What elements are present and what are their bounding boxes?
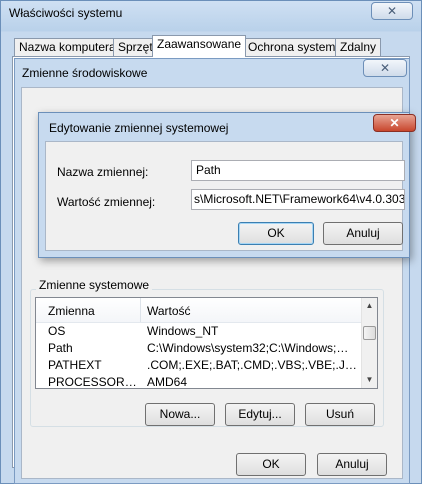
table-row[interactable]: PATHEXT .COM;.EXE;.BAT;.CMD;.VBS;.VBE;.J…	[36, 357, 361, 374]
system-variables-group-label: Zmienne systemowe	[36, 278, 153, 292]
scroll-down-arrow-icon[interactable]: ▼	[362, 372, 377, 388]
system-properties-close-button[interactable]: ✕	[371, 2, 413, 20]
system-variables-list[interactable]: Zmienna Wartość OS Windows_NT Path C:\Wi…	[35, 297, 378, 389]
edit-dialog-ok-button[interactable]: OK	[238, 222, 314, 245]
system-properties-title: Właściwości systemu	[9, 6, 123, 20]
list-header: Zmienna Wartość	[36, 298, 361, 323]
table-row[interactable]: OS Windows_NT	[36, 323, 361, 340]
delete-variable-button[interactable]: Usuń	[305, 403, 375, 426]
row-variable-name: PROCESSOR_A...	[48, 375, 138, 389]
row-variable-name: Path	[48, 341, 73, 355]
tab-system-protection[interactable]: Ochrona systemu	[243, 38, 348, 56]
column-separator[interactable]	[140, 298, 141, 322]
scrollbar-thumb[interactable]	[363, 326, 376, 340]
list-vertical-scrollbar[interactable]: ▲ ▼	[361, 298, 377, 388]
tab-advanced[interactable]: Zaawansowane	[152, 35, 247, 57]
row-variable-value: AMD64	[147, 375, 188, 389]
tab-remote[interactable]: Zdalny	[335, 38, 382, 56]
column-header-variable[interactable]: Zmienna	[48, 304, 95, 318]
environment-variables-close-button[interactable]: ✕	[363, 59, 407, 77]
row-variable-name: PATHEXT	[48, 358, 102, 372]
variable-name-input[interactable]: Path	[191, 160, 405, 181]
edit-variable-button[interactable]: Edytuj...	[225, 403, 295, 426]
row-variable-name: OS	[48, 324, 66, 338]
table-row[interactable]: PROCESSOR_A... AMD64	[36, 374, 361, 389]
edit-dialog-cancel-button[interactable]: Anuluj	[323, 222, 403, 245]
tab-hardware[interactable]: Sprzęt	[113, 38, 158, 56]
row-variable-value: Windows_NT	[147, 324, 219, 338]
variable-name-label: Nazwa zmiennej:	[57, 165, 149, 179]
edit-dialog-close-button[interactable]: ✕	[373, 114, 416, 132]
environment-variables-title: Zmienne środowiskowe	[22, 66, 148, 80]
table-row[interactable]: Path C:\Windows\system32;C:\Windows;C:\.…	[36, 340, 361, 357]
environment-cancel-button[interactable]: Anuluj	[317, 453, 387, 476]
column-header-value[interactable]: Wartość	[147, 304, 191, 318]
scroll-up-arrow-icon[interactable]: ▲	[362, 298, 377, 314]
environment-ok-button[interactable]: OK	[236, 453, 306, 476]
row-variable-value: C:\Windows\system32;C:\Windows;C:\...	[147, 341, 357, 355]
tab-computer-name[interactable]: Nazwa komputera	[14, 38, 121, 56]
new-variable-button[interactable]: Nowa...	[145, 403, 215, 426]
edit-dialog-title: Edytowanie zmiennej systemowej	[49, 121, 229, 135]
variable-value-input[interactable]: s\Microsoft.NET\Framework64\v4.0.30319	[191, 189, 405, 210]
variable-value-label: Wartość zmiennej:	[57, 195, 156, 209]
row-variable-value: .COM;.EXE;.BAT;.CMD;.VBS;.VBE;.JS;....	[147, 358, 357, 372]
